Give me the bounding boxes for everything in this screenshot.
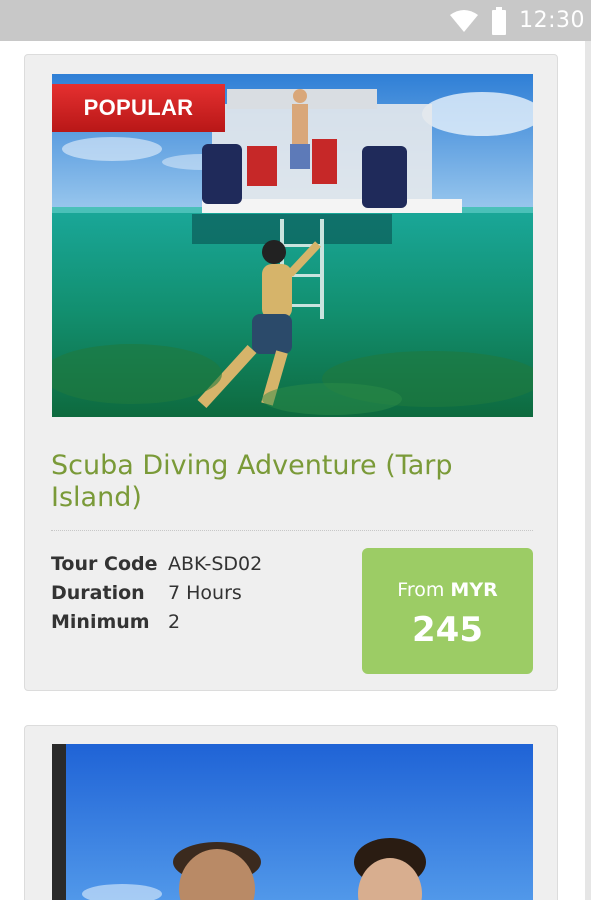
detail-row-duration: Duration 7 Hours <box>51 578 262 607</box>
detail-row-minimum: Minimum 2 <box>51 607 262 636</box>
status-time: 12:30 <box>519 8 585 33</box>
divider <box>51 530 533 531</box>
status-bar: 12:30 <box>0 0 591 41</box>
screen: 12:30 POPULAR Scuba Diving Adventure (Ta… <box>0 0 591 900</box>
price-box[interactable]: From MYR 245 <box>362 548 533 674</box>
price-currency: MYR <box>450 579 498 601</box>
price-amount: 245 <box>412 610 483 650</box>
wifi-icon <box>450 9 479 32</box>
tour-card[interactable]: POPULAR Scuba Diving Adventure (Tarp Isl… <box>24 54 558 691</box>
tour-details: Tour Code ABK-SD02 Duration 7 Hours Mini… <box>51 549 262 636</box>
divers-photo-image <box>52 744 533 900</box>
tour-title[interactable]: Scuba Diving Adventure (Tarp Island) <box>51 450 531 514</box>
detail-value: 7 Hours <box>168 581 242 604</box>
detail-value: ABK-SD02 <box>168 552 263 575</box>
price-from-label: From MYR <box>362 578 533 602</box>
price-from-text: From <box>397 579 445 601</box>
detail-row-tour-code: Tour Code ABK-SD02 <box>51 549 262 578</box>
tour-photo[interactable]: POPULAR <box>52 74 533 417</box>
detail-label: Tour Code <box>51 552 158 575</box>
detail-label: Minimum <box>51 610 150 633</box>
tour-photo[interactable] <box>52 744 533 900</box>
battery-icon <box>492 6 507 35</box>
tour-card[interactable] <box>24 725 558 900</box>
detail-label: Duration <box>51 581 145 604</box>
tour-list[interactable]: POPULAR Scuba Diving Adventure (Tarp Isl… <box>0 41 591 900</box>
status-icons: 12:30 <box>449 0 585 41</box>
detail-value: 2 <box>168 610 181 633</box>
popular-badge: POPULAR <box>52 84 225 132</box>
scrollbar-track[interactable] <box>585 41 591 900</box>
